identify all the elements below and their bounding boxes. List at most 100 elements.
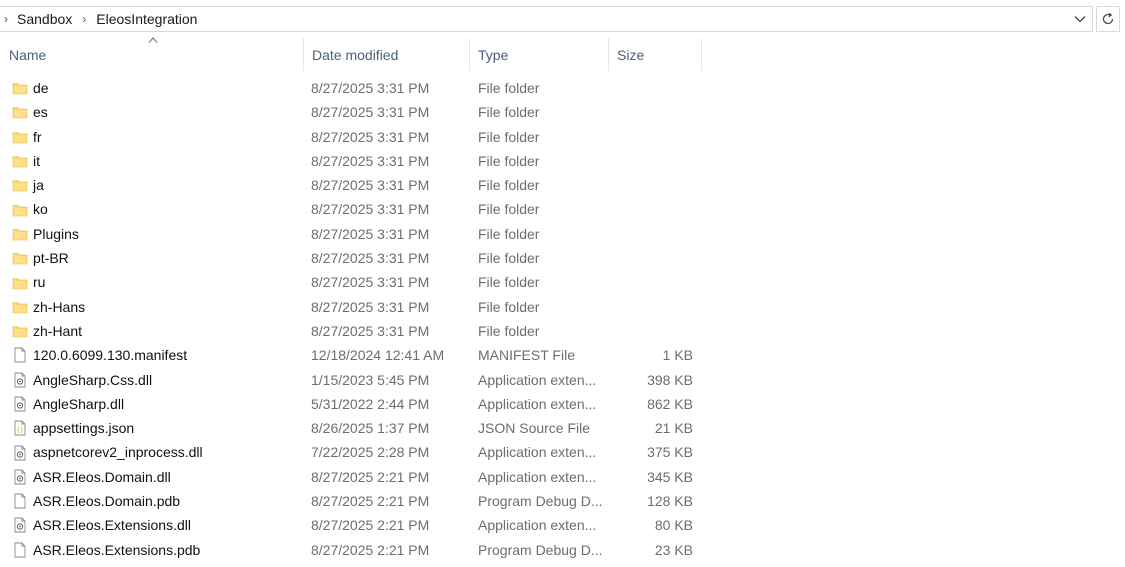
- file-type: File folder: [478, 225, 540, 242]
- file-date-modified: 8/27/2025 3:31 PM: [311, 250, 430, 267]
- file-name[interactable]: de: [33, 76, 49, 100]
- file-row[interactable]: zh-Hans 8/27/2025 3:31 PM File folder: [0, 295, 1125, 319]
- file-name[interactable]: ASR.Eleos.Extensions.pdb: [33, 538, 200, 562]
- file-type: File folder: [478, 298, 540, 315]
- refresh-button[interactable]: [1096, 6, 1120, 32]
- column-header-name-label: Name: [9, 46, 47, 63]
- file-row[interactable]: ASR.Eleos.Extensions.dll 8/27/2025 2:21 P…: [0, 513, 1125, 537]
- folder-icon: [12, 173, 28, 197]
- chevron-right-icon[interactable]: ›: [0, 12, 15, 26]
- column-header-size[interactable]: Size: [608, 38, 702, 71]
- file-date-modified: 8/27/2025 3:31 PM: [311, 152, 430, 169]
- file-name[interactable]: ASR.Eleos.Domain.dll: [33, 465, 171, 489]
- column-header-date-label: Date modified: [312, 46, 399, 63]
- file-row[interactable]: AngleSharp.Css.dll 1/15/2023 5:45 PM Appli…: [0, 368, 1125, 392]
- file-size: [608, 125, 693, 149]
- file-name[interactable]: zh-Hant: [33, 319, 82, 343]
- file-row[interactable]: aspnetcorev2_inprocess.dll 7/22/2025 2:28…: [0, 440, 1125, 464]
- file-row[interactable]: zh-Hant 8/27/2025 3:31 PM File folder: [0, 319, 1125, 343]
- file-name[interactable]: pt-BR: [33, 246, 69, 270]
- file-row[interactable]: {} appsettings.json 8/26/2025 1:37 PM JSON …: [0, 416, 1125, 440]
- json-icon: {}: [12, 416, 28, 440]
- file-size: [608, 270, 693, 294]
- file-name[interactable]: zh-Hans: [33, 295, 85, 319]
- file-size: [608, 222, 693, 246]
- file-row[interactable]: es 8/27/2025 3:31 PM File folder: [0, 100, 1125, 124]
- file-name[interactable]: ko: [33, 197, 48, 221]
- file-type: File folder: [478, 274, 540, 291]
- file-date-modified: 12/18/2024 12:41 AM: [311, 347, 445, 364]
- file-name[interactable]: Plugins: [33, 222, 79, 246]
- file-name[interactable]: AngleSharp.Css.dll: [33, 368, 152, 392]
- file-date-modified: 8/27/2025 3:31 PM: [311, 201, 430, 218]
- folder-icon: [12, 270, 28, 294]
- file-row[interactable]: ASR.Eleos.Domain.pdb 8/27/2025 2:21 PM Pro…: [0, 489, 1125, 513]
- file-date-modified: 8/27/2025 2:21 PM: [311, 468, 430, 485]
- file-row[interactable]: Plugins 8/27/2025 3:31 PM File folder: [0, 222, 1125, 246]
- breadcrumb-eleosintegration[interactable]: EleosIntegration: [94, 11, 199, 27]
- file-name[interactable]: es: [33, 100, 48, 124]
- chevron-down-icon: [1074, 16, 1086, 23]
- file-row[interactable]: ja 8/27/2025 3:31 PM File folder: [0, 173, 1125, 197]
- file-list: de 8/27/2025 3:31 PM File folder es 8/27/202…: [0, 76, 1125, 562]
- file-size: [608, 76, 693, 100]
- file-row[interactable]: ko 8/27/2025 3:31 PM File folder: [0, 197, 1125, 221]
- file-name[interactable]: appsettings.json: [33, 416, 134, 440]
- file-type: Application exten...: [478, 371, 597, 388]
- file-name[interactable]: ASR.Eleos.Extensions.dll: [33, 513, 191, 537]
- file-name[interactable]: it: [33, 149, 40, 173]
- file-row[interactable]: ru 8/27/2025 3:31 PM File folder: [0, 270, 1125, 294]
- file-size: 862 KB: [647, 395, 693, 412]
- file-size: 21 KB: [654, 420, 693, 437]
- file-row[interactable]: de 8/27/2025 3:31 PM File folder: [0, 76, 1125, 100]
- file-date-modified: 8/27/2025 3:31 PM: [311, 225, 430, 242]
- file-size: 1 KB: [662, 347, 693, 364]
- column-header-date-modified[interactable]: Date modified: [303, 38, 469, 71]
- folder-icon: [12, 76, 28, 100]
- dll-icon: [12, 392, 28, 416]
- file-size: [608, 295, 693, 319]
- folder-icon: [12, 197, 28, 221]
- file-type: Application exten...: [478, 444, 597, 461]
- file-name[interactable]: ru: [33, 270, 45, 294]
- dll-icon: [12, 513, 28, 537]
- file-type: Application exten...: [478, 395, 597, 412]
- column-header-name[interactable]: Name: [0, 38, 303, 71]
- file-date-modified: 8/27/2025 2:21 PM: [311, 493, 430, 510]
- file-row[interactable]: it 8/27/2025 3:31 PM File folder: [0, 149, 1125, 173]
- file-date-modified: 8/27/2025 3:31 PM: [311, 128, 430, 145]
- file-name[interactable]: aspnetcorev2_inprocess.dll: [33, 440, 203, 464]
- file-date-modified: 8/27/2025 3:31 PM: [311, 177, 430, 194]
- file-row[interactable]: fr 8/27/2025 3:31 PM File folder: [0, 125, 1125, 149]
- dll-icon: [12, 368, 28, 392]
- file-date-modified: 1/15/2023 5:45 PM: [311, 371, 430, 388]
- file-name[interactable]: ja: [33, 173, 44, 197]
- address-bar[interactable]: › Sandbox › EleosIntegration: [0, 6, 1093, 32]
- column-header-type[interactable]: Type: [469, 38, 608, 71]
- file-date-modified: 8/27/2025 3:31 PM: [311, 104, 430, 121]
- file-name[interactable]: AngleSharp.dll: [33, 392, 124, 416]
- file-type: JSON Source File: [478, 420, 591, 437]
- file-row[interactable]: pt-BR 8/27/2025 3:31 PM File folder: [0, 246, 1125, 270]
- file-row[interactable]: AngleSharp.dll 5/31/2022 2:44 PM Applicati…: [0, 392, 1125, 416]
- file-name[interactable]: 120.0.6099.130.manifest: [33, 343, 187, 367]
- file-row[interactable]: 120.0.6099.130.manifest 12/18/2024 12:41 …: [0, 343, 1125, 367]
- folder-icon: [12, 100, 28, 124]
- breadcrumb-sandbox[interactable]: Sandbox: [15, 11, 74, 27]
- file-row[interactable]: ASR.Eleos.Extensions.pdb 8/27/2025 2:21 P…: [0, 538, 1125, 562]
- address-history-dropdown[interactable]: [1072, 11, 1088, 27]
- file-date-modified: 8/27/2025 3:31 PM: [311, 274, 430, 291]
- file-name[interactable]: fr: [33, 125, 42, 149]
- file-name[interactable]: ASR.Eleos.Domain.pdb: [33, 489, 180, 513]
- file-size: [608, 319, 693, 343]
- file-type: MANIFEST File: [478, 347, 575, 364]
- file-size: 23 KB: [654, 541, 693, 558]
- file-size: [608, 246, 693, 270]
- file-row[interactable]: ASR.Eleos.Domain.dll 8/27/2025 2:21 PM App…: [0, 465, 1125, 489]
- folder-icon: [12, 246, 28, 270]
- svg-text:{}: {}: [16, 427, 23, 434]
- chevron-right-icon[interactable]: ›: [74, 12, 94, 26]
- folder-icon: [12, 295, 28, 319]
- file-type: File folder: [478, 128, 540, 145]
- file-type: File folder: [478, 250, 540, 267]
